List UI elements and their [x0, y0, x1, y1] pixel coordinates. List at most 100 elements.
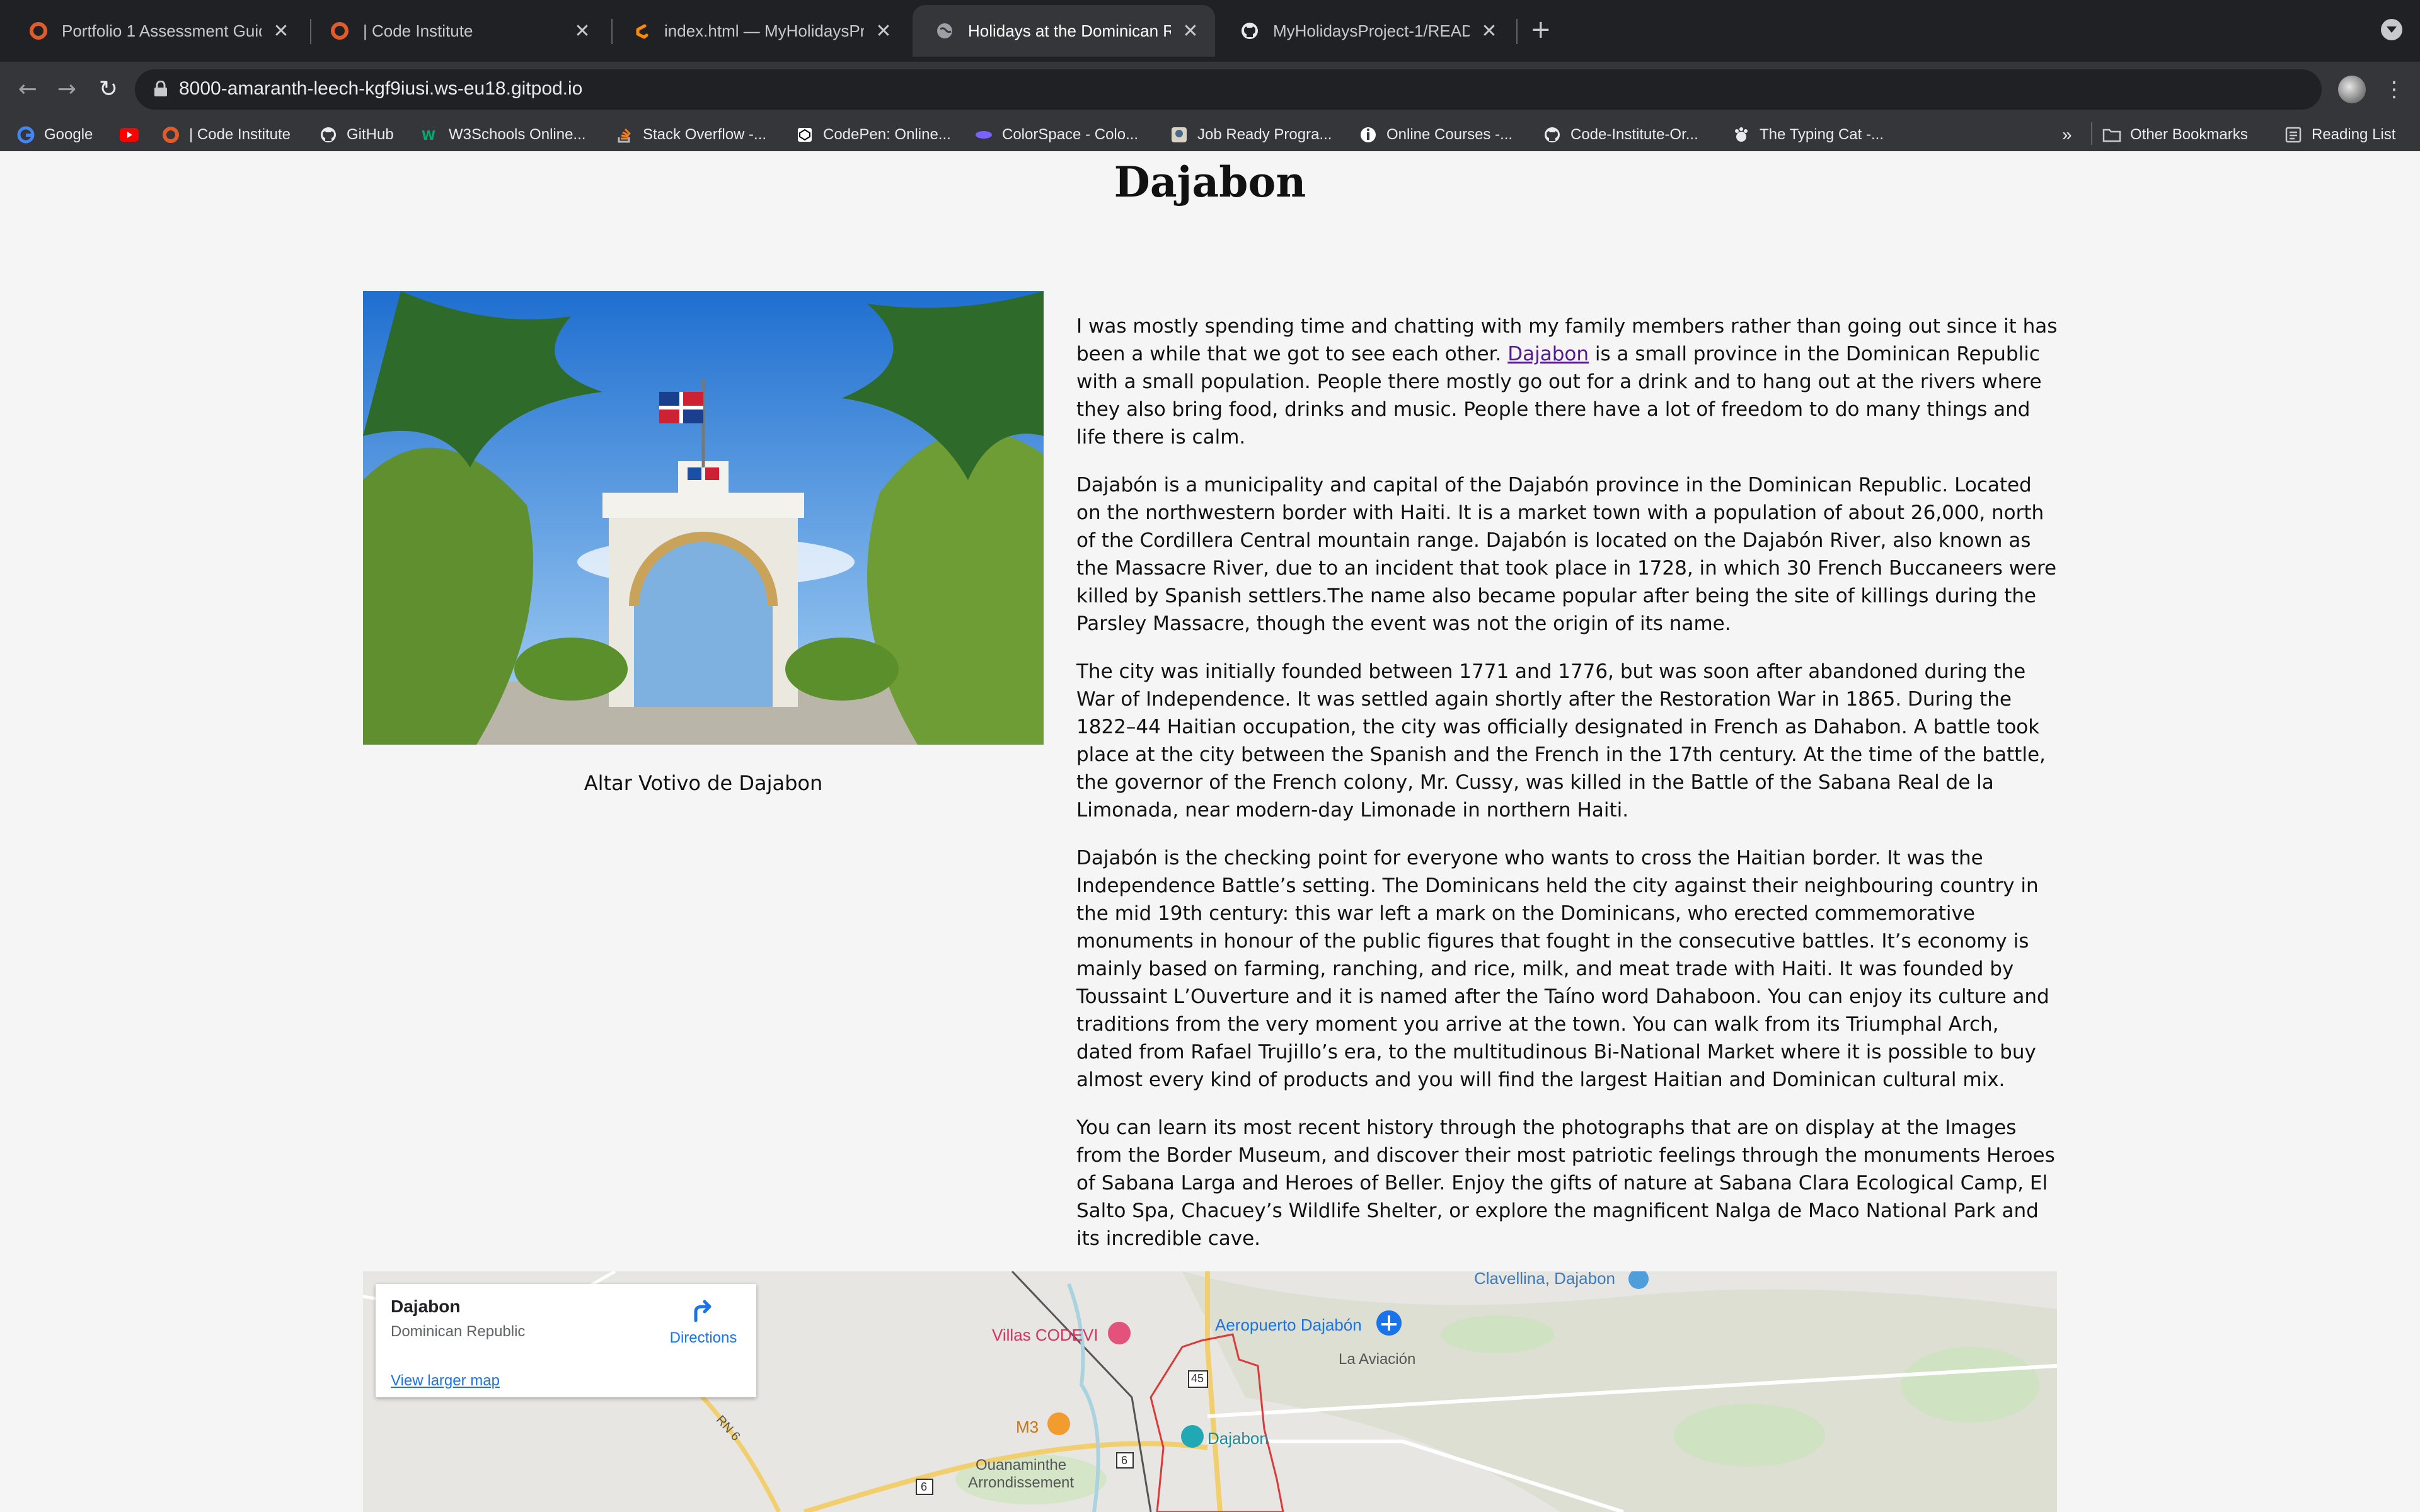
profile-avatar[interactable] — [2338, 76, 2366, 103]
embedded-map[interactable]: Clavellina, Dajabon Aeropuerto Dajabón L… — [363, 1271, 2057, 1512]
bookmark-label: The Typing Cat -... — [1760, 126, 1884, 143]
directions-label: Directions — [669, 1329, 737, 1346]
map-label-villas-codevi: Villas CODEVI — [992, 1326, 1098, 1344]
tab-portfolio-guide[interactable]: Portfolio 1 Assessment Guide | ✕ — [6, 5, 306, 57]
paragraph: The city was initially founded between 1… — [1076, 660, 2046, 822]
job-ready-icon — [1170, 125, 1189, 144]
tab-holidays-active[interactable]: Holidays at the Dominican Republic ✕ — [913, 5, 1215, 57]
bookmark-online-courses[interactable]: Online Courses -... — [1359, 122, 1512, 147]
map-road-45: 45 — [1191, 1372, 1204, 1385]
bookmark-label: | Code Institute — [189, 126, 291, 143]
bookmark-codepen[interactable]: CodePen: Online... — [795, 122, 951, 147]
altar-votivo-photo — [363, 291, 1044, 745]
github-icon — [1239, 20, 1260, 42]
map-label-m3: M3 — [1016, 1418, 1039, 1436]
globe-icon — [934, 20, 955, 42]
bookmark-stackoverflow[interactable]: Stack Overflow -... — [615, 122, 766, 147]
directions-icon — [694, 1300, 712, 1322]
code-institute-icon — [329, 20, 350, 42]
bookmark-label: GitHub — [347, 126, 394, 143]
paragraph: Dajabón is a municipality and capital of… — [1076, 474, 2057, 635]
map-label-ouanaminthe: Ouanaminthe — [976, 1457, 1067, 1474]
colorspace-icon — [974, 125, 993, 144]
tab-title: MyHolidaysProject-1/README.md — [1273, 21, 1470, 40]
bookmark-code-institute-org[interactable]: Code-Institute-Or... — [1543, 122, 1698, 147]
gitpod-icon — [630, 20, 652, 42]
close-icon[interactable]: ✕ — [572, 20, 593, 42]
bookmark-youtube[interactable] — [120, 122, 147, 147]
tab-search-icon[interactable] — [2381, 19, 2402, 40]
bookmarks-overflow-button[interactable]: » — [2062, 122, 2072, 147]
bookmark-github[interactable]: GitHub — [319, 122, 394, 147]
bookmark-other-bookmarks[interactable]: Other Bookmarks — [2102, 122, 2248, 147]
tab-code-institute[interactable]: | Code Institute ✕ — [308, 5, 607, 57]
paragraph: Dajabón is the checking point for everyo… — [1076, 847, 2049, 1091]
close-icon[interactable]: ✕ — [1478, 20, 1500, 42]
dajabon-link[interactable]: Dajabon — [1507, 343, 1589, 365]
tab-divider — [1516, 19, 1518, 44]
page-title: Dajabon — [1114, 158, 1306, 207]
bookmark-label: Stack Overflow -... — [643, 126, 767, 143]
w3schools-icon: W — [421, 125, 440, 144]
bookmarks-bar: Google | Code Institute GitHub W W3Schoo… — [0, 117, 2420, 151]
bookmark-label: W3Schools Online... — [449, 126, 586, 143]
map-info-card: Dajabon Dominican Republic Directions Vi… — [376, 1284, 756, 1397]
bookmark-google[interactable]: Google — [16, 122, 93, 147]
tab-strip: Portfolio 1 Assessment Guide | ✕ | Code … — [0, 0, 2420, 62]
bookmark-code-institute[interactable]: | Code Institute — [161, 122, 291, 147]
codepen-icon — [795, 125, 814, 144]
directions-button[interactable]: Directions — [666, 1297, 741, 1347]
stackoverflow-icon — [615, 125, 634, 144]
tab-title: Portfolio 1 Assessment Guide | — [62, 21, 262, 40]
forward-arrow-icon[interactable]: → — [50, 73, 83, 106]
bookmark-w3schools[interactable]: W W3Schools Online... — [421, 122, 585, 147]
svg-text:W: W — [422, 128, 435, 142]
map-label-arrondissement: Arrondissement — [968, 1474, 1075, 1491]
tab-gitpod-editor[interactable]: index.html — MyHolidaysProject ✕ — [609, 5, 908, 57]
photo-caption: Altar Votivo de Dajabon — [584, 771, 823, 795]
tab-title: | Code Institute — [363, 21, 473, 40]
code-institute-icon — [161, 125, 180, 144]
reload-icon[interactable]: ↻ — [92, 73, 125, 106]
bookmark-label: CodePen: Online... — [823, 126, 951, 143]
bookmark-job-ready[interactable]: Job Ready Progra... — [1170, 122, 1332, 147]
bookmark-typing-cat[interactable]: The Typing Cat -... — [1732, 122, 1884, 147]
bookmark-label: Job Ready Progra... — [1197, 126, 1332, 143]
view-larger-map-link[interactable]: View larger map — [391, 1372, 500, 1390]
map-place-name: Dajabon — [391, 1297, 461, 1316]
map-road-6: 6 — [1121, 1454, 1128, 1467]
menu-dots-icon[interactable]: ⋮ — [2383, 74, 2405, 105]
tab-github-readme[interactable]: MyHolidaysProject-1/README.md ✕ — [1218, 5, 1514, 57]
back-arrow-icon[interactable]: ← — [11, 73, 44, 106]
map-label-la-aviacion: La Aviación — [1339, 1351, 1416, 1368]
map-label-dajabon: Dajabon — [1207, 1429, 1269, 1448]
code-institute-icon — [28, 20, 49, 42]
bookmarks-divider — [2091, 122, 2092, 145]
google-icon — [16, 125, 35, 144]
online-courses-icon — [1359, 125, 1378, 144]
youtube-icon — [120, 125, 139, 144]
folder-icon — [2102, 125, 2121, 144]
bookmark-label: Google — [44, 126, 93, 143]
typing-cat-icon — [1732, 125, 1751, 144]
close-icon[interactable]: ✕ — [873, 20, 894, 42]
bookmark-label: Online Courses -... — [1386, 126, 1513, 143]
bookmark-label: ColorSpace - Colo... — [1002, 126, 1139, 143]
close-icon[interactable]: ✕ — [1180, 20, 1201, 42]
bookmark-colorspace[interactable]: ColorSpace - Colo... — [974, 122, 1138, 147]
tab-title: Holidays at the Dominican Republic — [968, 21, 1171, 40]
new-tab-button[interactable]: + — [1530, 15, 1552, 44]
article-text: I was mostly spending time and chatting … — [1076, 312, 2060, 1273]
address-bar[interactable]: 8000-amaranth-leech-kgf9iusi.ws-eu18.git… — [135, 69, 2322, 110]
map-label-clavellina: Clavellina, Dajabon — [1474, 1271, 1616, 1288]
github-icon — [1543, 125, 1562, 144]
bookmark-label: Reading List — [2312, 126, 2396, 143]
close-icon[interactable]: ✕ — [270, 20, 292, 42]
url-text[interactable]: 8000-amaranth-leech-kgf9iusi.ws-eu18.git… — [179, 78, 582, 100]
map-road-6: 6 — [921, 1480, 928, 1493]
map-label-airport: Aeropuerto Dajabón — [1215, 1315, 1362, 1334]
browser-toolbar: ← → ↻ 8000-amaranth-leech-kgf9iusi.ws-eu… — [0, 62, 2420, 151]
lock-icon — [154, 80, 168, 97]
reading-list-button[interactable]: Reading List — [2284, 122, 2395, 147]
reading-list-icon — [2284, 125, 2303, 144]
